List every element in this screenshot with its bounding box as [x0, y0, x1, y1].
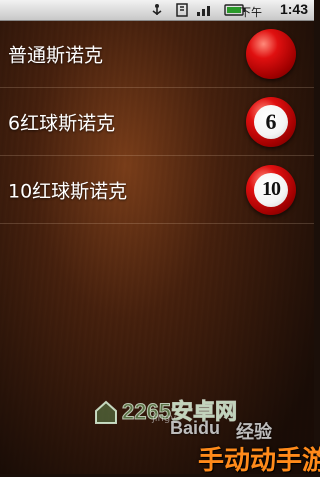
ball-number: 6 — [254, 104, 288, 139]
menu-item-label: 普通斯诺克 — [8, 44, 104, 66]
red-ball-6-icon: 6 — [246, 96, 296, 147]
brand-watermark: 手动动手游 — [198, 446, 320, 476]
menu-item-10-red-snooker[interactable]: 10红球斯诺克 10 — [0, 156, 314, 224]
menu-item-normal-snooker[interactable]: 普通斯诺克 — [0, 20, 314, 88]
ball-number: 10 — [254, 172, 288, 207]
red-ball-10-icon: 10 — [246, 164, 296, 215]
menu-item-label: 10红球斯诺克 — [8, 180, 128, 202]
network-3g-icon — [196, 2, 214, 18]
menu-item-label: 6红球斯诺克 — [8, 112, 116, 134]
usb-debug-icon — [150, 2, 164, 18]
menu-item-6-red-snooker[interactable]: 6红球斯诺克 6 — [0, 88, 314, 156]
red-ball-icon — [246, 28, 296, 79]
status-time: 1:43 — [279, 1, 308, 17]
sd-card-icon — [174, 2, 190, 18]
app-background: 下午 1:43 普通斯诺克 6红球斯诺克 6 10红球斯诺克 10 2265安卓… — [0, 0, 320, 476]
status-ampm: 下午 — [240, 6, 262, 19]
baidu-watermark: Baidu — [170, 418, 221, 438]
status-bar: 下午 1:43 — [0, 0, 314, 21]
